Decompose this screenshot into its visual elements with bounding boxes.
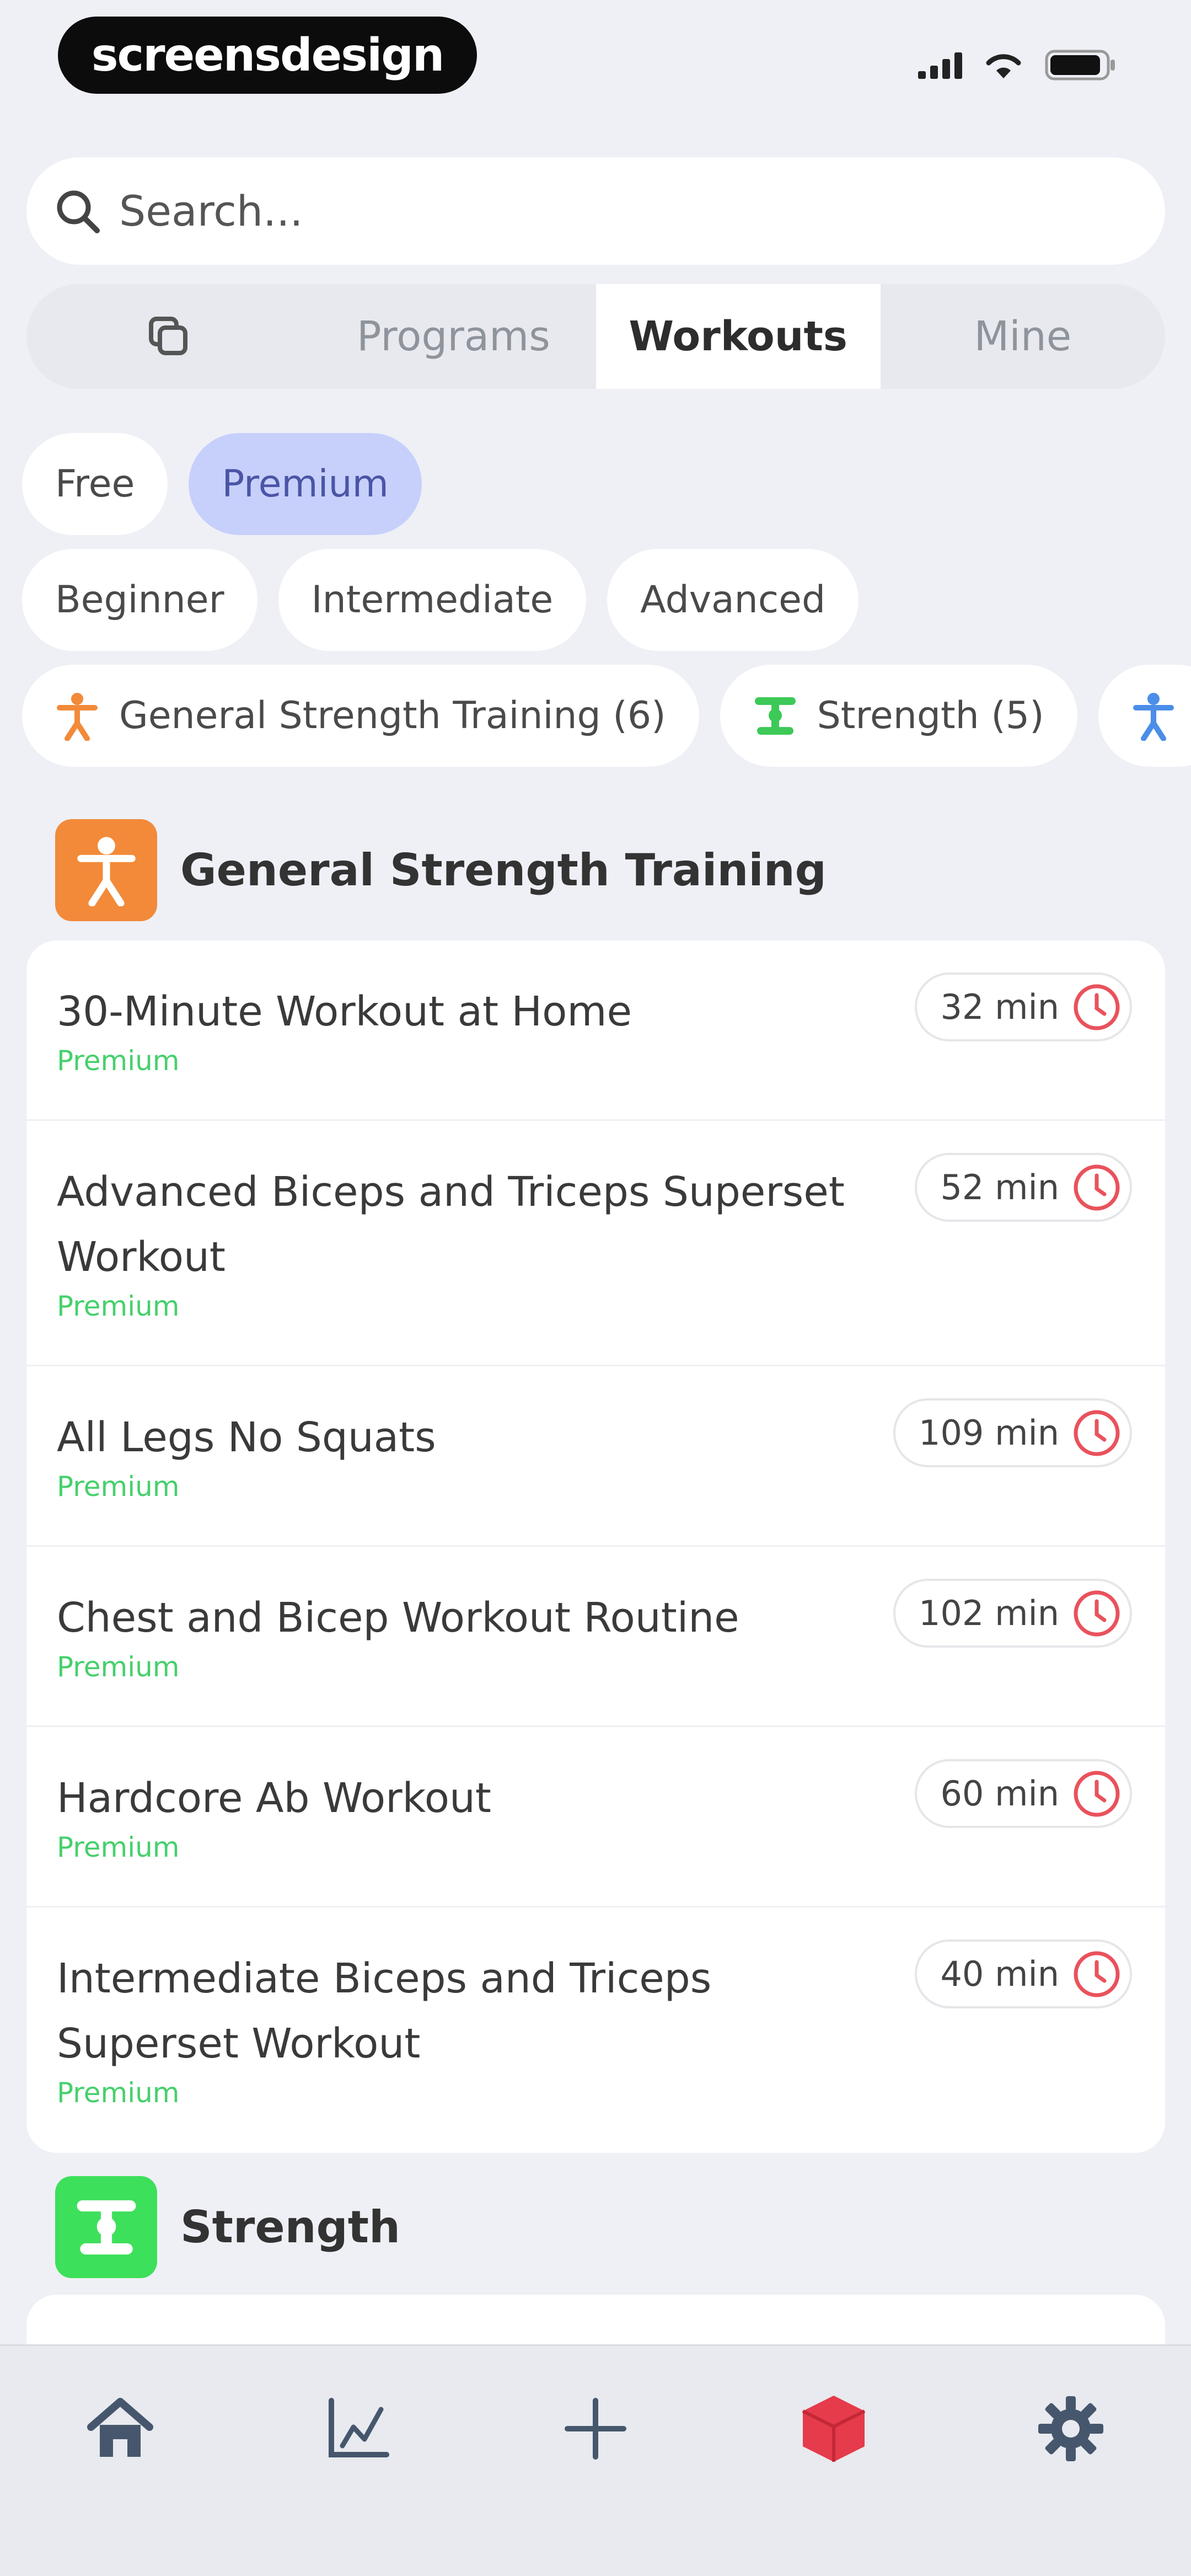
clock-icon xyxy=(1074,1590,1120,1636)
duration-text: 102 min xyxy=(919,1593,1059,1633)
tab-stats[interactable] xyxy=(302,2374,412,2484)
tab-settings[interactable] xyxy=(1016,2374,1126,2484)
tab-mine[interactable]: Mine xyxy=(881,284,1165,389)
premium-label: Premium xyxy=(57,1290,180,1322)
category-filter-row: General Strength Training (6) Strength (… xyxy=(22,665,1191,767)
chart-icon xyxy=(329,2398,389,2457)
workout-row-2[interactable]: All Legs No Squats Premium 109 min xyxy=(26,1366,1165,1547)
clock-icon xyxy=(1074,1771,1120,1816)
cube-icon xyxy=(802,2396,866,2462)
gear-icon xyxy=(1038,2396,1103,2461)
copy-icon xyxy=(149,317,188,355)
chip-premium[interactable]: Premium xyxy=(189,433,422,535)
premium-label: Premium xyxy=(57,2077,180,2109)
workout-title: Hardcore Ab Workout xyxy=(57,1775,491,1822)
brand-logo: screensdesign xyxy=(58,17,477,94)
chip-free[interactable]: Free xyxy=(22,433,168,535)
chip-strength[interactable]: Strength (5) xyxy=(720,665,1077,767)
wifi-icon xyxy=(986,54,1021,78)
workout-list: 30-Minute Workout at Home Premium 32 min… xyxy=(26,940,1165,2153)
segment-control: Programs Workouts Mine xyxy=(26,284,1165,389)
chip-label: Strength (5) xyxy=(817,694,1044,737)
status-icons xyxy=(918,50,1117,81)
clock-icon xyxy=(1074,984,1120,1030)
body-icon xyxy=(1131,691,1176,741)
workouts-screen: screensdesign Search... Programs Workout… xyxy=(0,0,1191,2576)
workout-row-5[interactable]: Intermediate Biceps and Triceps Superset… xyxy=(26,1907,1165,2153)
duration-text: 40 min xyxy=(940,1954,1059,1994)
status-bar: screensdesign xyxy=(0,0,1191,121)
duration-pill: 32 min xyxy=(915,972,1132,1041)
workout-title: Chest and Bicep Workout Routine xyxy=(57,1594,739,1642)
dumbbell-icon xyxy=(753,691,797,741)
duration-pill: 60 min xyxy=(915,1759,1132,1828)
search-icon xyxy=(57,190,100,233)
workout-title: Intermediate Biceps and Triceps Superset… xyxy=(57,1955,712,2067)
chip-advanced[interactable]: Advanced xyxy=(607,549,859,651)
workout-title: All Legs No Squats xyxy=(57,1414,436,1461)
tab-add[interactable] xyxy=(540,2374,651,2484)
tab-workouts-active[interactable] xyxy=(779,2374,889,2484)
premium-label: Premium xyxy=(57,1831,180,1863)
duration-pill: 40 min xyxy=(915,1939,1132,2008)
dumbbell-icon xyxy=(55,2176,157,2278)
chip-intermediate[interactable]: Intermediate xyxy=(278,549,587,651)
workout-row-3[interactable]: Chest and Bicep Workout Routine Premium … xyxy=(26,1547,1165,1727)
clock-icon xyxy=(1074,1951,1120,1997)
workout-row-0[interactable]: 30-Minute Workout at Home Premium 32 min xyxy=(26,940,1165,1121)
search-input[interactable] xyxy=(119,186,1112,236)
duration-pill: 52 min xyxy=(915,1153,1132,1222)
duration-text: 109 min xyxy=(919,1413,1059,1453)
section-title: General Strength Training xyxy=(180,845,827,896)
chip-more-category[interactable] xyxy=(1098,665,1191,767)
workout-title: Advanced Biceps and Triceps Superset Wor… xyxy=(57,1168,845,1281)
workout-row-4[interactable]: Hardcore Ab Workout Premium 60 min xyxy=(26,1727,1165,1907)
workout-row-1[interactable]: Advanced Biceps and Triceps Superset Wor… xyxy=(26,1121,1165,1366)
plus-icon xyxy=(565,2398,626,2460)
premium-label: Premium xyxy=(57,1045,180,1077)
signal-icon xyxy=(918,51,962,79)
clock-icon xyxy=(1074,1164,1120,1210)
clock-icon xyxy=(1074,1410,1120,1456)
section-title: Strength xyxy=(180,2201,400,2253)
home-icon xyxy=(87,2398,153,2457)
premium-label: Premium xyxy=(57,1651,180,1683)
search-bar[interactable] xyxy=(26,157,1165,265)
duration-text: 60 min xyxy=(940,1773,1059,1814)
duration-pill: 102 min xyxy=(893,1579,1132,1648)
duration-text: 32 min xyxy=(940,987,1059,1027)
duration-text: 52 min xyxy=(940,1167,1059,1207)
tab-collections[interactable] xyxy=(26,284,311,389)
chip-beginner[interactable]: Beginner xyxy=(22,549,257,651)
chip-label: General Strength Training (6) xyxy=(119,694,666,737)
section-header-general-strength: General Strength Training xyxy=(55,819,827,921)
chip-general-strength[interactable]: General Strength Training (6) xyxy=(22,665,699,767)
section-header-strength: Strength xyxy=(55,2176,400,2278)
tab-programs[interactable]: Programs xyxy=(311,284,596,389)
duration-pill: 109 min xyxy=(893,1398,1132,1467)
tab-workouts[interactable]: Workouts xyxy=(596,284,881,389)
tab-bar xyxy=(0,2344,1191,2576)
battery-icon xyxy=(1045,50,1115,81)
workout-title: 30-Minute Workout at Home xyxy=(57,988,632,1035)
body-icon xyxy=(55,691,99,741)
premium-label: Premium xyxy=(57,1471,180,1503)
access-filter-row: Free Premium xyxy=(22,433,422,535)
body-icon xyxy=(55,819,157,921)
tab-home[interactable] xyxy=(65,2374,175,2484)
level-filter-row: Beginner Intermediate Advanced xyxy=(22,549,859,651)
